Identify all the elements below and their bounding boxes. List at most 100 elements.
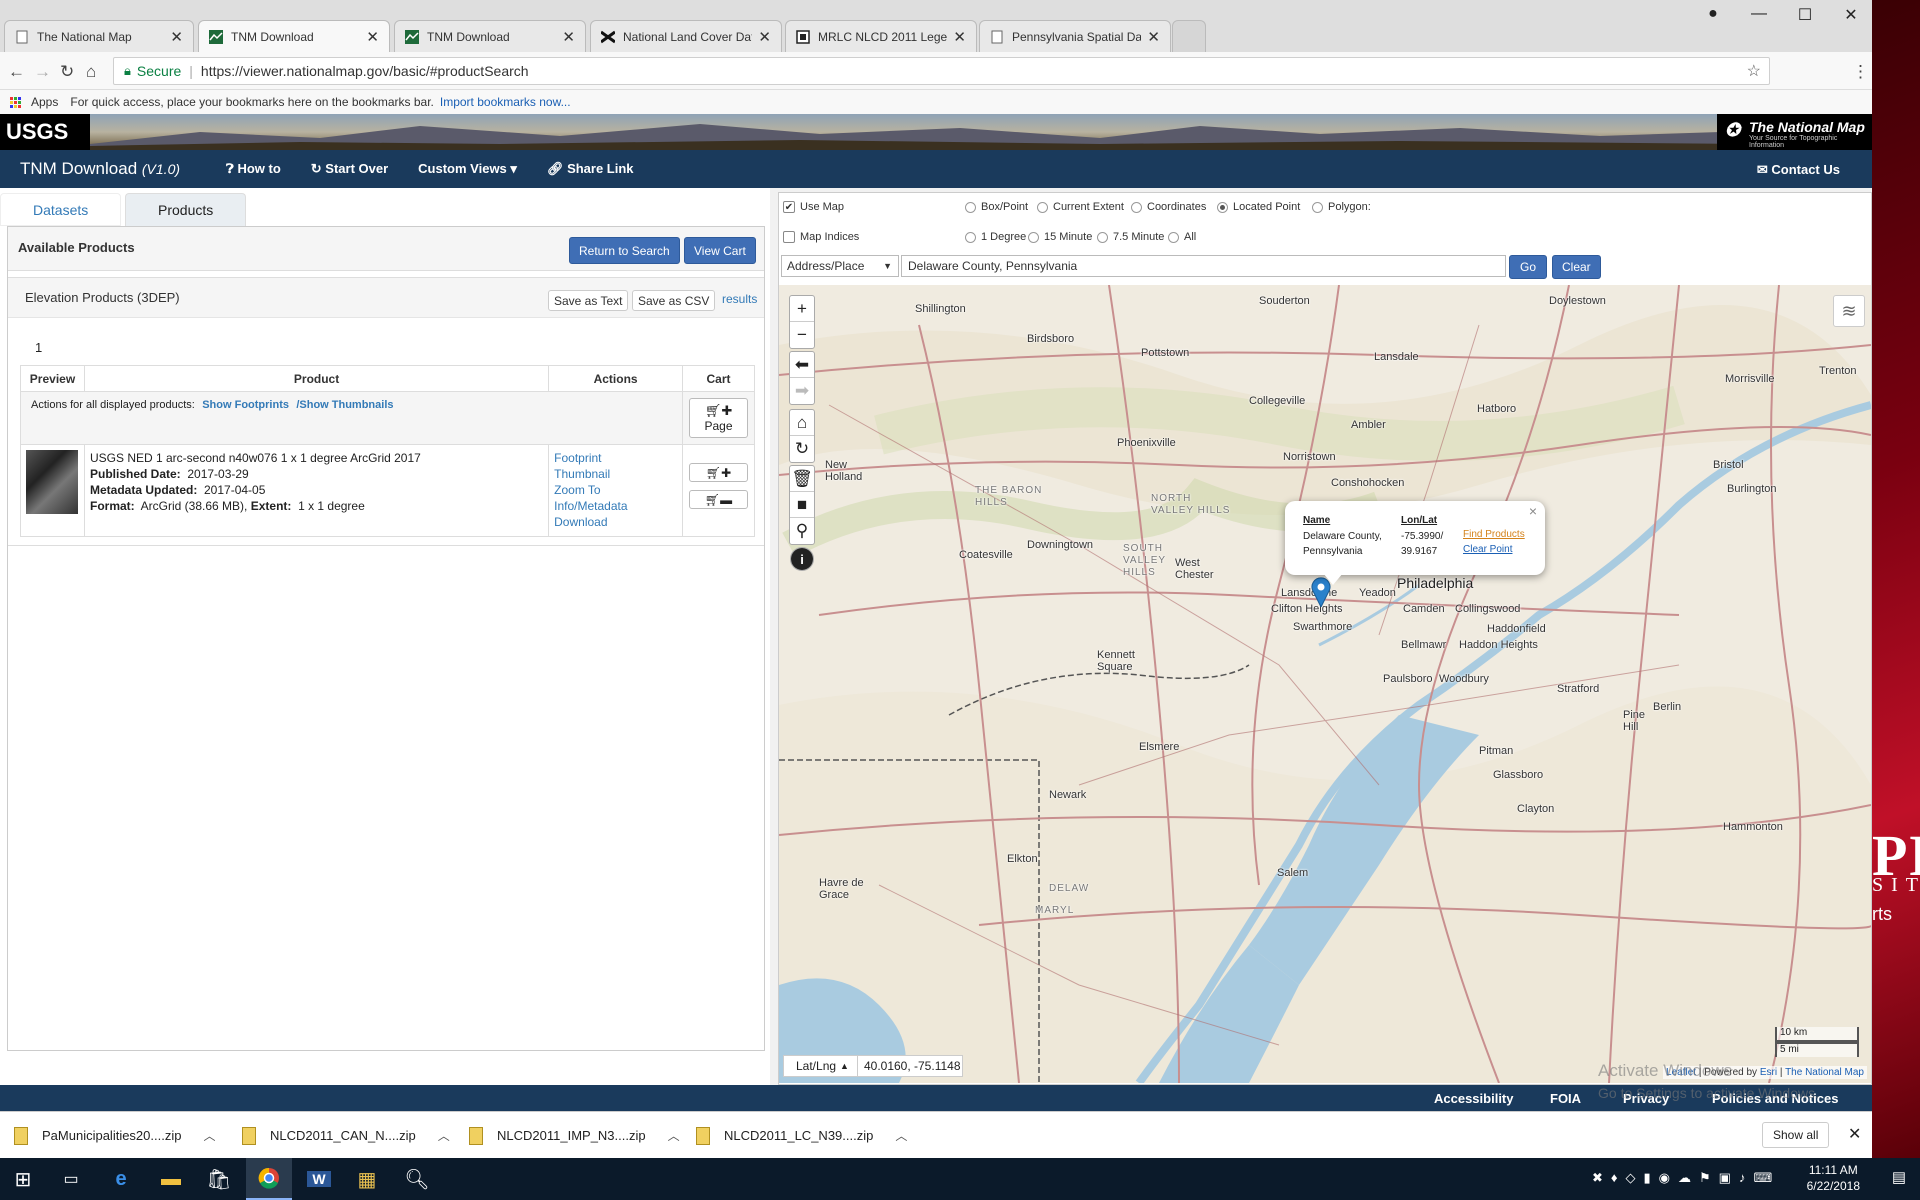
add-to-cart-button[interactable]: 🛒︎✚ [689, 463, 748, 482]
reload-icon[interactable]: ↻ [60, 62, 74, 82]
show-thumbnails-link[interactable]: /Show Thumbnails [296, 399, 393, 411]
close-downloads-icon[interactable]: ✕ [1848, 1124, 1861, 1144]
custom-views-dropdown[interactable]: Custom Views ▾ [418, 161, 517, 177]
national-map-logo[interactable]: ✪ The National Map Your Source for Topog… [1717, 114, 1872, 150]
radio-all[interactable]: All [1168, 231, 1196, 243]
chevron-up-icon[interactable]: ︿ [203, 1127, 215, 1144]
close-tab-icon[interactable]: ✕ [953, 28, 966, 46]
download-item[interactable]: NLCD2011_CAN_N....zip ︿ [242, 1112, 450, 1159]
notification-icon[interactable]: ▤ [1892, 1168, 1906, 1186]
results-link[interactable]: results [722, 292, 757, 306]
show-footprints-link[interactable]: Show Footprints [202, 399, 289, 411]
radio-box-point[interactable]: Box/Point [965, 201, 1028, 213]
save-as-csv-button[interactable]: Save as CSV [632, 290, 716, 311]
apps-link[interactable]: Apps [31, 95, 58, 109]
taskbar-clock[interactable]: 11:11 AM 6/22/2018 [1807, 1162, 1860, 1194]
product-thumbnail[interactable] [26, 450, 78, 514]
next-extent-button[interactable]: ➡ [790, 378, 814, 404]
marker-draw-icon[interactable]: ⚲ [790, 518, 814, 544]
start-over-link[interactable]: ↻ Start Over [311, 161, 388, 177]
radio-located-point[interactable]: Located Point [1217, 201, 1300, 213]
download-item[interactable]: PaMunicipalities20....zip ︿ [14, 1112, 215, 1159]
minimize-button[interactable]: — [1746, 5, 1772, 23]
radio-current-extent[interactable]: Current Extent [1037, 201, 1124, 213]
share-link[interactable]: 🔗︎ Share Link [547, 161, 634, 177]
find-products-link[interactable]: Find Products [1463, 529, 1525, 540]
edge-browser-icon[interactable]: e [98, 1158, 144, 1200]
apps-icon[interactable] [10, 96, 21, 108]
zoom-in-button[interactable]: + [790, 296, 814, 322]
return-to-search-button[interactable]: Return to Search [569, 237, 680, 264]
close-tab-icon[interactable]: ✕ [170, 28, 183, 46]
system-tray-icons[interactable]: ✖♦◇▮◉☁⚑▣♪⌨ [1592, 1170, 1780, 1186]
contact-us-link[interactable]: ✉ Contact Us [1757, 162, 1840, 178]
clear-button[interactable]: Clear [1552, 255, 1601, 279]
remove-from-cart-button[interactable]: 🛒︎▬ [689, 490, 748, 509]
radio-7-5-minute[interactable]: 7.5 Minute [1097, 231, 1164, 243]
close-window-button[interactable]: ✕ [1838, 5, 1864, 25]
coordinate-format-dropdown[interactable]: Lat/Lng ▲ [784, 1056, 858, 1076]
go-button[interactable]: Go [1509, 255, 1548, 279]
browser-tab-tnm-download[interactable]: TNM Download ✕ [198, 20, 390, 52]
search-type-select[interactable]: Address/Place ▼ [781, 255, 899, 277]
zoom-to-link[interactable]: Zoom To [554, 482, 677, 498]
address-search-input[interactable]: Delaware County, Pennsylvania [901, 255, 1506, 277]
chrome-icon[interactable] [246, 1158, 292, 1200]
task-view-icon[interactable]: ▭ [48, 1158, 94, 1200]
square-draw-icon[interactable]: ■ [790, 492, 814, 518]
zoom-out-button[interactable]: − [790, 322, 814, 348]
store-icon[interactable]: 🛍︎ [196, 1158, 242, 1200]
map-indices-checkbox[interactable]: Map Indices [783, 231, 859, 243]
info-metadata-link[interactable]: Info/Metadata [554, 498, 677, 514]
menu-icon[interactable]: ⋮ [1852, 62, 1869, 82]
browser-tab-national-land-cover[interactable]: National Land Cover Data ✕ [590, 20, 782, 52]
address-bar[interactable]: 🔒︎ Secure | https://viewer.nationalmap.g… [113, 57, 1770, 85]
chevron-up-icon[interactable]: ︿ [895, 1127, 907, 1144]
radio-1-degree[interactable]: 1 Degree [965, 231, 1026, 243]
close-popup-icon[interactable]: × [1529, 503, 1537, 519]
search-tool-icon[interactable]: 🔍︎ [394, 1158, 440, 1200]
file-explorer-icon[interactable]: ▬ [148, 1158, 194, 1200]
star-icon[interactable]: ☆ [1747, 61, 1761, 81]
home-extent-icon[interactable]: ⌂ [790, 410, 814, 436]
how-to-link[interactable]: ❓︎ How to [226, 161, 281, 177]
close-tab-icon[interactable]: ✕ [758, 28, 771, 46]
use-map-checkbox[interactable]: ✔ Use Map [783, 201, 844, 213]
accessibility-link[interactable]: Accessibility [1434, 1091, 1514, 1106]
add-page-to-cart-button[interactable]: 🛒︎✚ Page [689, 398, 748, 438]
close-tab-icon[interactable]: ✕ [1147, 28, 1160, 46]
trash-icon[interactable]: 🗑︎ [790, 466, 814, 492]
import-bookmarks-link[interactable]: Import bookmarks now... [440, 95, 571, 109]
browser-tab-national-map[interactable]: The National Map ✕ [4, 20, 194, 52]
footprint-link[interactable]: Footprint [554, 450, 677, 466]
windows-start-icon[interactable]: ⊞ [0, 1158, 46, 1200]
refresh-icon[interactable]: ↻ [790, 436, 814, 462]
download-link[interactable]: Download [554, 514, 677, 530]
previous-extent-button[interactable]: ⬅ [790, 352, 814, 378]
new-tab-button[interactable] [1172, 20, 1206, 52]
profile-icon[interactable]: ● [1700, 5, 1726, 23]
maximize-button[interactable]: ☐ [1792, 5, 1818, 25]
thumbnail-link[interactable]: Thumbnail [554, 466, 677, 482]
word-icon[interactable]: W [296, 1158, 342, 1200]
layers-icon[interactable]: ≋ [1833, 295, 1865, 327]
forward-icon[interactable]: → [34, 62, 51, 82]
download-item[interactable]: NLCD2011_IMP_N3....zip ︿ [469, 1112, 680, 1159]
tab-products[interactable]: Products [125, 193, 247, 226]
close-tab-icon[interactable]: ✕ [366, 28, 379, 46]
usgs-logo[interactable]: USGS [0, 114, 90, 150]
radio-coordinates[interactable]: Coordinates [1131, 201, 1206, 213]
radio-polygon[interactable]: Polygon: [1312, 201, 1371, 213]
tab-datasets[interactable]: Datasets [0, 193, 122, 226]
page-number[interactable]: 1 [35, 340, 42, 355]
close-tab-icon[interactable]: ✕ [562, 28, 575, 46]
download-item[interactable]: NLCD2011_LC_N39....zip ︿ [696, 1112, 907, 1159]
foia-link[interactable]: FOIA [1550, 1091, 1581, 1106]
home-icon[interactable]: ⌂ [86, 62, 96, 82]
show-all-downloads-button[interactable]: Show all [1762, 1122, 1830, 1148]
map-canvas[interactable]: Souderton Doylestown Shillington Birdsbo… [779, 285, 1871, 1083]
radio-15-minute[interactable]: 15 Minute [1028, 231, 1092, 243]
save-as-text-button[interactable]: Save as Text [548, 290, 629, 311]
browser-tab-tnm-download-2[interactable]: TNM Download ✕ [394, 20, 586, 52]
info-button[interactable]: i [790, 547, 814, 571]
